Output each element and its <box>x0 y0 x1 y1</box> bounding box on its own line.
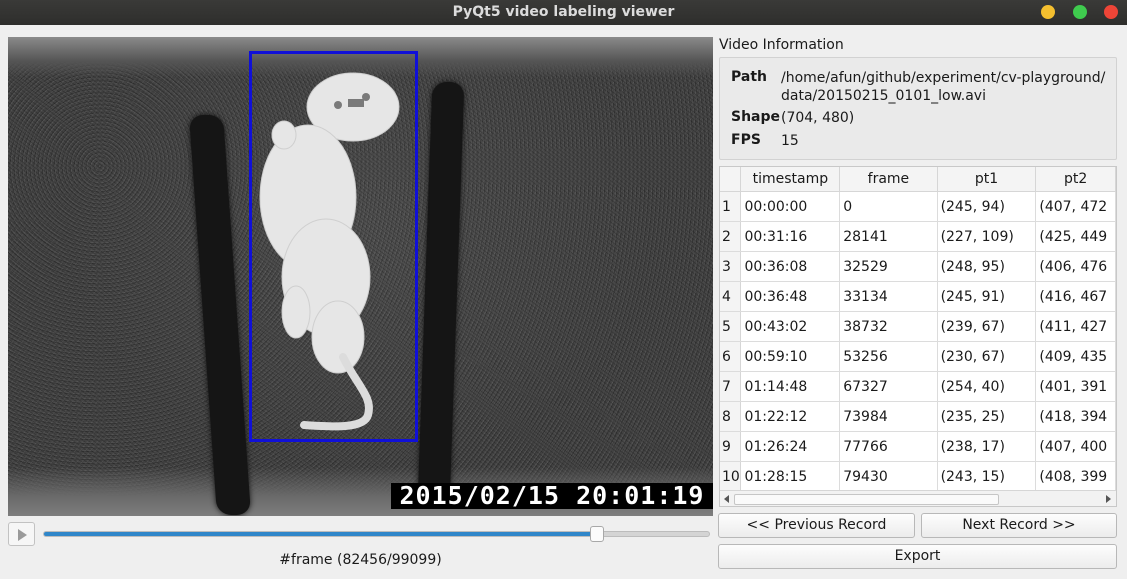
records-table: timestamp frame pt1 pt2 1 00:00:00 0 (24… <box>720 167 1116 492</box>
window-titlebar: PyQt5 video labeling viewer <box>0 0 1127 25</box>
cell-timestamp[interactable]: 00:31:16 <box>740 221 841 252</box>
table-row[interactable]: 5 00:43:02 38732 (239, 67) (411, 427 <box>720 311 1116 342</box>
cell-frame[interactable]: 33134 <box>839 281 938 312</box>
cell-pt2[interactable]: (401, 391 <box>1035 371 1116 402</box>
play-button[interactable] <box>8 522 35 546</box>
column-header-pt2[interactable]: pt2 <box>1035 167 1116 192</box>
frame-slider-handle[interactable] <box>590 526 605 542</box>
table-row[interactable]: 6 00:59:10 53256 (230, 67) (409, 435 <box>720 341 1116 372</box>
cell-timestamp[interactable]: 01:26:24 <box>740 431 841 462</box>
next-record-button[interactable]: Next Record >> <box>921 513 1117 538</box>
cell-frame[interactable]: 32529 <box>839 251 938 282</box>
table-header-row: timestamp frame pt1 pt2 <box>720 167 1116 192</box>
video-info-box: Path /home/afun/github/experiment/cv-pla… <box>719 57 1117 160</box>
cell-pt1[interactable]: (238, 17) <box>937 431 1037 462</box>
table-row[interactable]: 2 00:31:16 28141 (227, 109) (425, 449 <box>720 221 1116 252</box>
column-header-timestamp[interactable]: timestamp <box>740 167 841 192</box>
table-row[interactable]: 4 00:36:48 33134 (245, 91) (416, 467 <box>720 281 1116 312</box>
cell-timestamp[interactable]: 01:14:48 <box>740 371 841 402</box>
cell-pt2[interactable]: (409, 435 <box>1035 341 1116 372</box>
video-info-title: Video Information <box>719 37 844 53</box>
row-number[interactable]: 7 <box>720 371 742 402</box>
table-row[interactable]: 3 00:36:08 32529 (248, 95) (406, 476 <box>720 251 1116 282</box>
cell-pt1[interactable]: (248, 95) <box>937 251 1037 282</box>
cell-pt1[interactable]: (243, 15) <box>937 461 1037 492</box>
play-icon <box>18 529 27 541</box>
cell-timestamp[interactable]: 00:36:08 <box>740 251 841 282</box>
table-row[interactable]: 1 00:00:00 0 (245, 94) (407, 472 <box>720 191 1116 222</box>
previous-record-button[interactable]: << Previous Record <box>718 513 915 538</box>
cell-pt1[interactable]: (239, 67) <box>937 311 1037 342</box>
video-timestamp-overlay: 2015/02/15 20:01:19 <box>391 483 713 509</box>
corner-header[interactable] <box>720 167 742 192</box>
cell-timestamp[interactable]: 00:00:00 <box>740 191 841 222</box>
row-number[interactable]: 5 <box>720 311 742 342</box>
cell-pt1[interactable]: (227, 109) <box>937 221 1037 252</box>
cell-pt2[interactable]: (418, 394 <box>1035 401 1116 432</box>
row-number[interactable]: 10 <box>720 461 742 492</box>
row-number[interactable]: 6 <box>720 341 742 372</box>
window-title: PyQt5 video labeling viewer <box>452 4 675 20</box>
cell-frame[interactable]: 0 <box>839 191 938 222</box>
cell-pt2[interactable]: (406, 476 <box>1035 251 1116 282</box>
frame-slider[interactable] <box>43 526 710 542</box>
frame-slider-fill <box>44 532 598 536</box>
frame-counter: #frame (82456/99099) <box>279 552 442 568</box>
maximize-button[interactable] <box>1073 5 1087 19</box>
fps-value: 15 <box>781 133 799 149</box>
shape-value: (704, 480) <box>781 110 855 126</box>
cell-timestamp[interactable]: 01:22:12 <box>740 401 841 432</box>
close-button[interactable] <box>1104 5 1118 19</box>
cell-pt1[interactable]: (230, 67) <box>937 341 1037 372</box>
row-number[interactable]: 9 <box>720 431 742 462</box>
table-row[interactable]: 7 01:14:48 67327 (254, 40) (401, 391 <box>720 371 1116 402</box>
cell-pt2[interactable]: (425, 449 <box>1035 221 1116 252</box>
scrollbar-thumb[interactable] <box>734 494 999 505</box>
path-key: Path <box>731 69 767 85</box>
minimize-button[interactable] <box>1041 5 1055 19</box>
cell-timestamp[interactable]: 01:28:15 <box>740 461 841 492</box>
cell-pt2[interactable]: (411, 427 <box>1035 311 1116 342</box>
cell-frame[interactable]: 38732 <box>839 311 938 342</box>
cell-frame[interactable]: 28141 <box>839 221 938 252</box>
records-table-view[interactable]: timestamp frame pt1 pt2 1 00:00:00 0 (24… <box>719 166 1117 507</box>
path-value: /home/afun/github/experiment/cv-playgrou… <box>781 70 1106 104</box>
row-number[interactable]: 8 <box>720 401 742 432</box>
fps-key: FPS <box>731 132 761 148</box>
column-header-pt1[interactable]: pt1 <box>937 167 1037 192</box>
cell-pt2[interactable]: (407, 400 <box>1035 431 1116 462</box>
table-row[interactable]: 9 01:26:24 77766 (238, 17) (407, 400 <box>720 431 1116 462</box>
cell-pt2[interactable]: (407, 472 <box>1035 191 1116 222</box>
column-header-frame[interactable]: frame <box>839 167 938 192</box>
table-row[interactable]: 10 01:28:15 79430 (243, 15) (408, 399 <box>720 461 1116 492</box>
cell-pt1[interactable]: (254, 40) <box>937 371 1037 402</box>
shape-key: Shape <box>731 109 781 125</box>
cell-frame[interactable]: 67327 <box>839 371 938 402</box>
cell-frame[interactable]: 53256 <box>839 341 938 372</box>
cell-pt2[interactable]: (416, 467 <box>1035 281 1116 312</box>
table-row[interactable]: 8 01:22:12 73984 (235, 25) (418, 394 <box>720 401 1116 432</box>
cell-pt1[interactable]: (245, 91) <box>937 281 1037 312</box>
cell-timestamp[interactable]: 00:36:48 <box>740 281 841 312</box>
scroll-right-icon[interactable] <box>1106 495 1111 503</box>
cell-frame[interactable]: 77766 <box>839 431 938 462</box>
row-number[interactable]: 4 <box>720 281 742 312</box>
cell-pt2[interactable]: (408, 399 <box>1035 461 1116 492</box>
cell-pt1[interactable]: (245, 94) <box>937 191 1037 222</box>
cell-timestamp[interactable]: 00:59:10 <box>740 341 841 372</box>
row-number[interactable]: 3 <box>720 251 742 282</box>
cell-pt1[interactable]: (235, 25) <box>937 401 1037 432</box>
export-button[interactable]: Export <box>718 544 1117 569</box>
cell-frame[interactable]: 73984 <box>839 401 938 432</box>
row-number[interactable]: 2 <box>720 221 742 252</box>
cell-timestamp[interactable]: 00:43:02 <box>740 311 841 342</box>
cell-frame[interactable]: 79430 <box>839 461 938 492</box>
video-frame: 2015/02/15 20:01:19 <box>8 37 713 516</box>
bounding-box[interactable] <box>249 51 418 442</box>
horizontal-scrollbar[interactable] <box>720 490 1116 506</box>
scroll-left-icon[interactable] <box>724 495 729 503</box>
row-number[interactable]: 1 <box>720 191 742 222</box>
